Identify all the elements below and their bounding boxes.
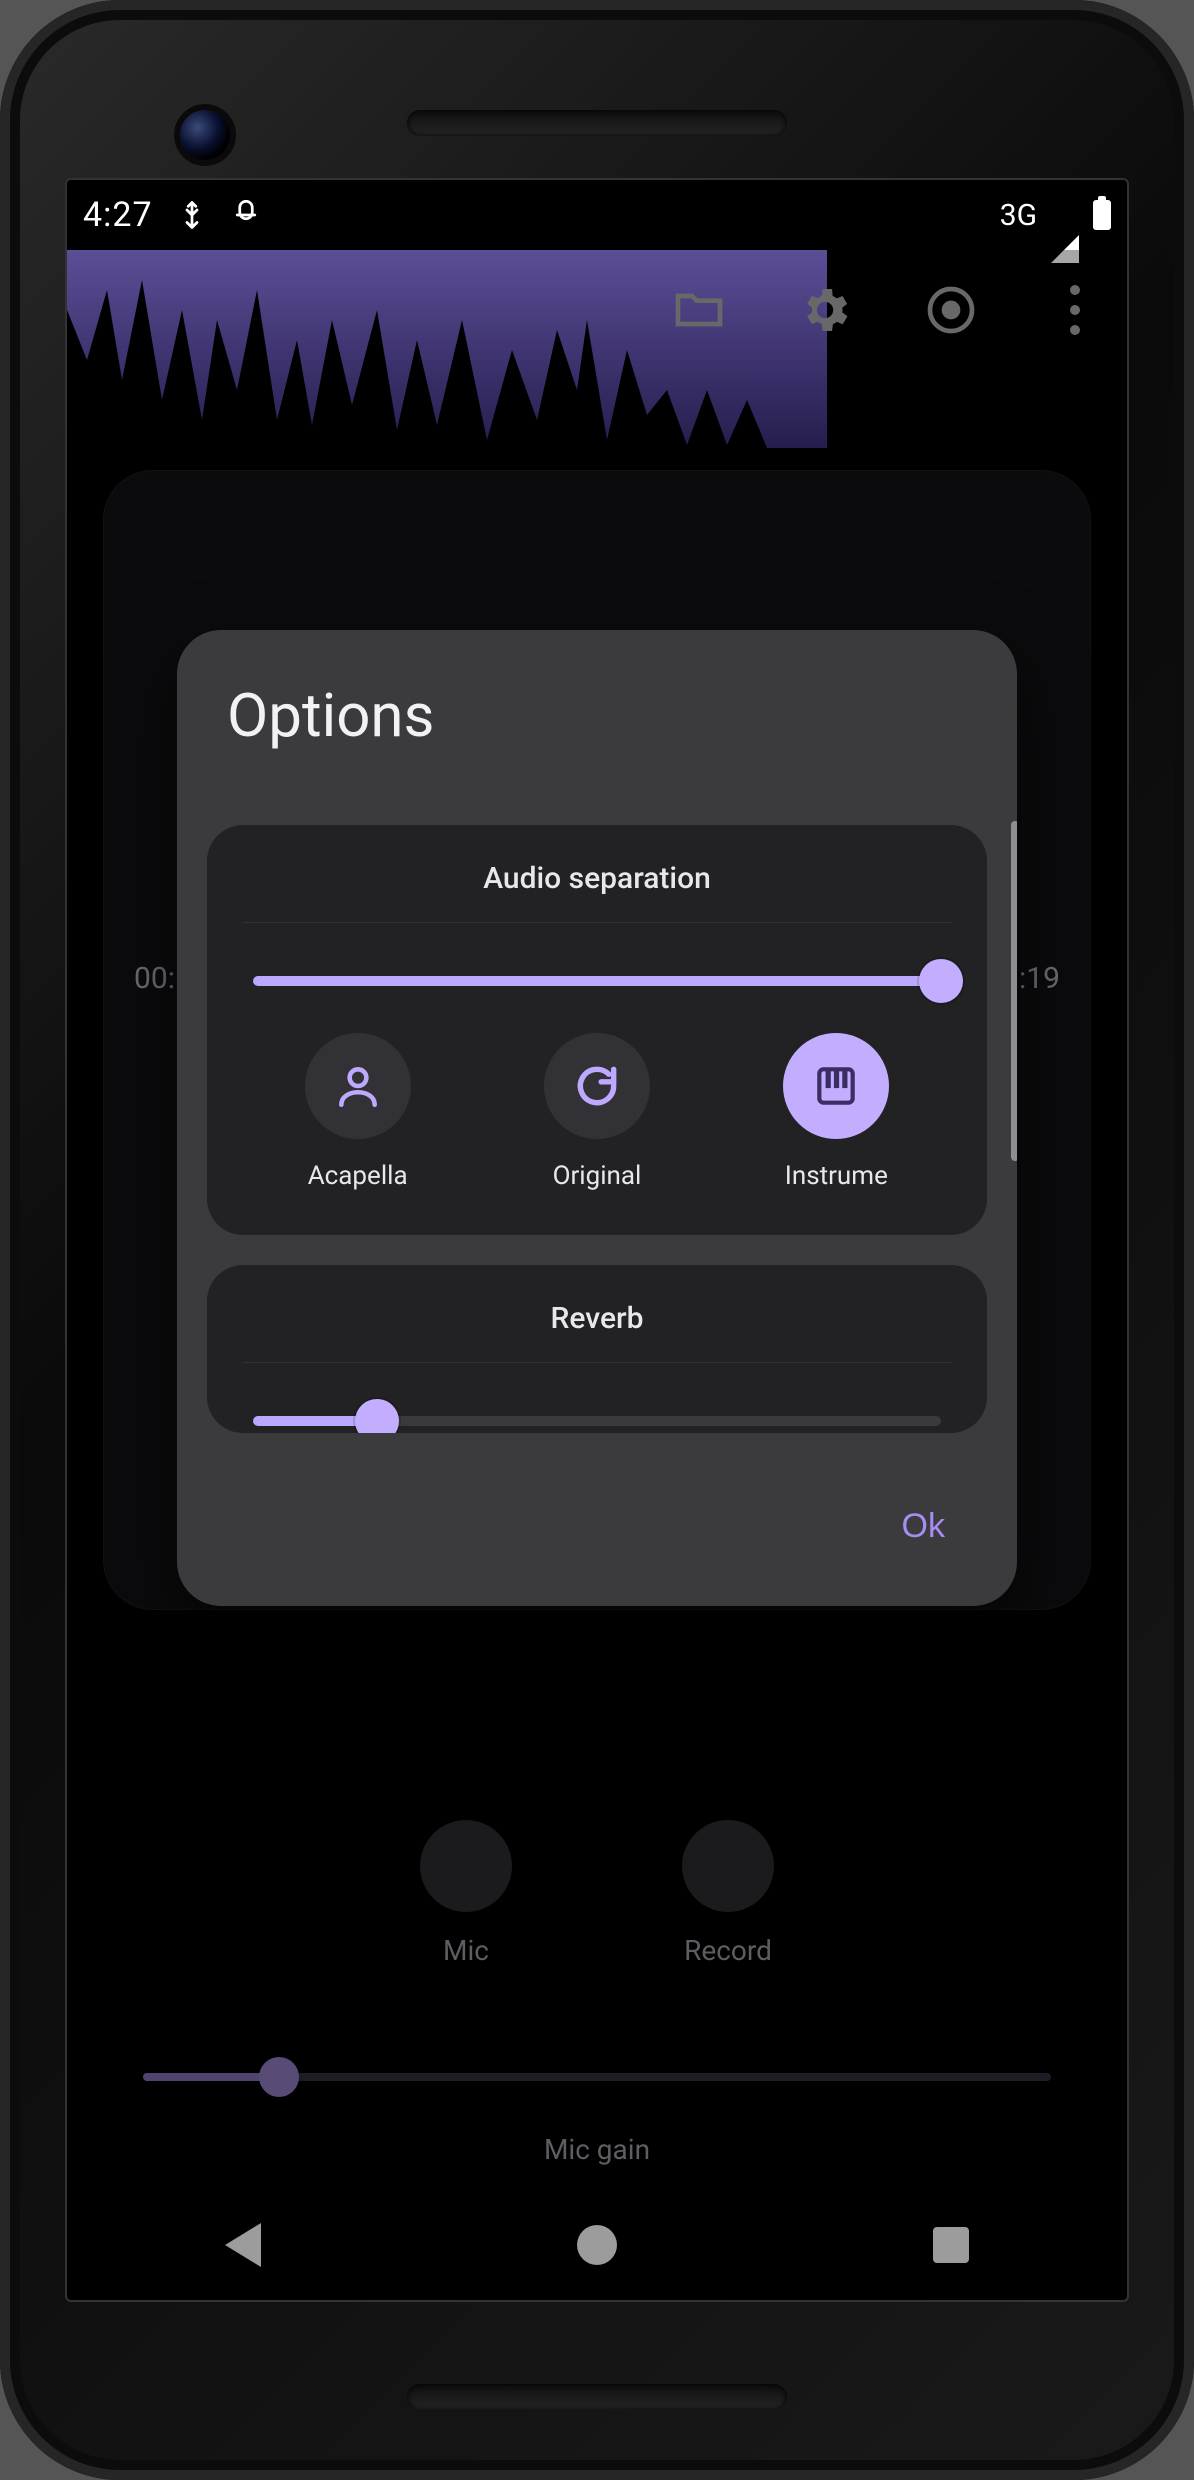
options-modal: Options Audio separation: [177, 630, 1017, 1606]
phone-earpiece: [407, 110, 787, 136]
nav-recent-button[interactable]: [933, 2227, 969, 2263]
phone-front-camera: [180, 110, 230, 160]
mode-label: Original: [553, 1161, 642, 1191]
modal-title: Options: [227, 680, 967, 751]
status-right: 3G: [1000, 195, 1111, 235]
person-icon: [305, 1033, 411, 1139]
modal-header: Options: [177, 630, 1017, 795]
status-time: 4:27: [83, 195, 153, 235]
refresh-icon: [544, 1033, 650, 1139]
modal-body[interactable]: Audio separation Ac: [177, 795, 1017, 1433]
battery-icon: [1093, 200, 1111, 230]
signal-icon: [1051, 195, 1079, 235]
status-network-label: 3G: [1000, 198, 1037, 233]
system-nav-bar: [67, 2190, 1127, 2300]
app-area: 00: :19 Mic Record: [67, 250, 1127, 2190]
audio-separation-title: Audio separation: [243, 861, 951, 896]
audio-separation-slider[interactable]: [253, 959, 941, 1003]
ok-button[interactable]: Ok: [878, 1491, 969, 1562]
divider: [243, 922, 951, 923]
screen: 4:27 3G: [67, 180, 1127, 2300]
mode-instrumental-button[interactable]: Instrume: [722, 1033, 951, 1191]
mode-label: Instrume: [785, 1161, 888, 1191]
phone-speaker: [407, 2384, 787, 2410]
mode-original-button[interactable]: Original: [482, 1033, 711, 1191]
reverb-slider[interactable]: [253, 1399, 941, 1433]
audio-separation-card: Audio separation Ac: [207, 825, 987, 1235]
reverb-title: Reverb: [243, 1301, 951, 1336]
mode-label: Acapella: [308, 1161, 408, 1191]
modal-actions: Ok: [177, 1463, 1017, 1606]
status-bar: 4:27 3G: [67, 180, 1127, 250]
piano-icon: [783, 1033, 889, 1139]
status-left: 4:27: [83, 195, 261, 235]
reverb-card: Reverb: [207, 1265, 987, 1433]
status-misc-icon: [231, 200, 261, 230]
phone-frame: 4:27 3G: [0, 0, 1194, 2480]
scrollbar-thumb[interactable]: [1011, 821, 1017, 1161]
mode-acapella-button[interactable]: Acapella: [243, 1033, 472, 1191]
nav-home-button[interactable]: [577, 2225, 617, 2265]
divider: [243, 1362, 951, 1363]
separation-mode-row: Acapella Original: [243, 1033, 951, 1191]
nav-back-button[interactable]: [225, 2223, 261, 2267]
usb-icon: [177, 200, 207, 230]
